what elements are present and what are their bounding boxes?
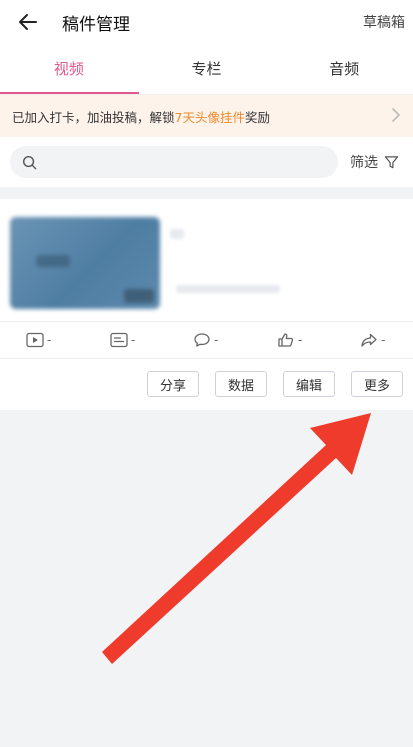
stat-like: - — [277, 332, 302, 348]
drafts-button[interactable]: 草稿箱 — [363, 12, 405, 32]
checkin-banner[interactable]: 已加入打卡，加油投稿，解锁 7天头像挂件 奖励 — [0, 95, 413, 137]
stat-danmaku: - — [110, 332, 135, 348]
edit-button[interactable]: 编辑 — [282, 371, 335, 397]
share-icon — [361, 333, 377, 347]
more-button[interactable]: 更多 — [350, 371, 403, 397]
tab-article[interactable]: 专栏 — [138, 44, 276, 94]
search-row: 筛选 — [0, 137, 413, 187]
back-arrow-icon[interactable] — [16, 10, 40, 34]
like-icon — [278, 333, 294, 347]
search-box[interactable] — [10, 146, 338, 178]
funnel-icon — [384, 155, 399, 168]
play-icon — [26, 332, 44, 348]
video-thumbnail[interactable] — [10, 217, 160, 309]
stat-comment: - — [193, 332, 218, 348]
search-icon — [22, 155, 37, 169]
share-button[interactable]: 分享 — [146, 371, 199, 397]
banner-text-after: 奖励 — [244, 109, 270, 125]
danmaku-icon — [110, 332, 128, 348]
data-button[interactable]: 数据 — [214, 371, 267, 397]
header: 稿件管理 草稿箱 — [0, 0, 413, 44]
banner-text-before: 已加入打卡，加油投稿，解锁 — [12, 109, 175, 125]
top-bar: 稿件管理 草稿箱 视频 专栏 音频 — [0, 0, 413, 95]
filter-label: 筛选 — [350, 155, 378, 171]
stat-share: - — [360, 332, 385, 348]
video-stats: - - - - - — [0, 321, 413, 359]
video-item: - - - - - 分享 数据 编辑 更多 — [0, 199, 413, 410]
chevron-right-icon — [392, 108, 400, 122]
video-actions: 分享 数据 编辑 更多 — [131, 371, 403, 397]
content-tabs: 视频 专栏 音频 — [0, 44, 413, 94]
filter-button[interactable]: 筛选 — [350, 152, 399, 172]
banner-highlight: 7天头像挂件 — [174, 109, 245, 125]
blurred-date-line — [176, 285, 280, 293]
tab-audio[interactable]: 音频 — [275, 44, 413, 94]
search-input[interactable] — [45, 153, 338, 171]
comment-icon — [194, 333, 210, 347]
stat-play: - — [26, 332, 51, 348]
page-title: 稿件管理 — [62, 15, 130, 35]
tab-video[interactable]: 视频 — [0, 44, 138, 94]
blurred-title-line — [170, 229, 184, 239]
